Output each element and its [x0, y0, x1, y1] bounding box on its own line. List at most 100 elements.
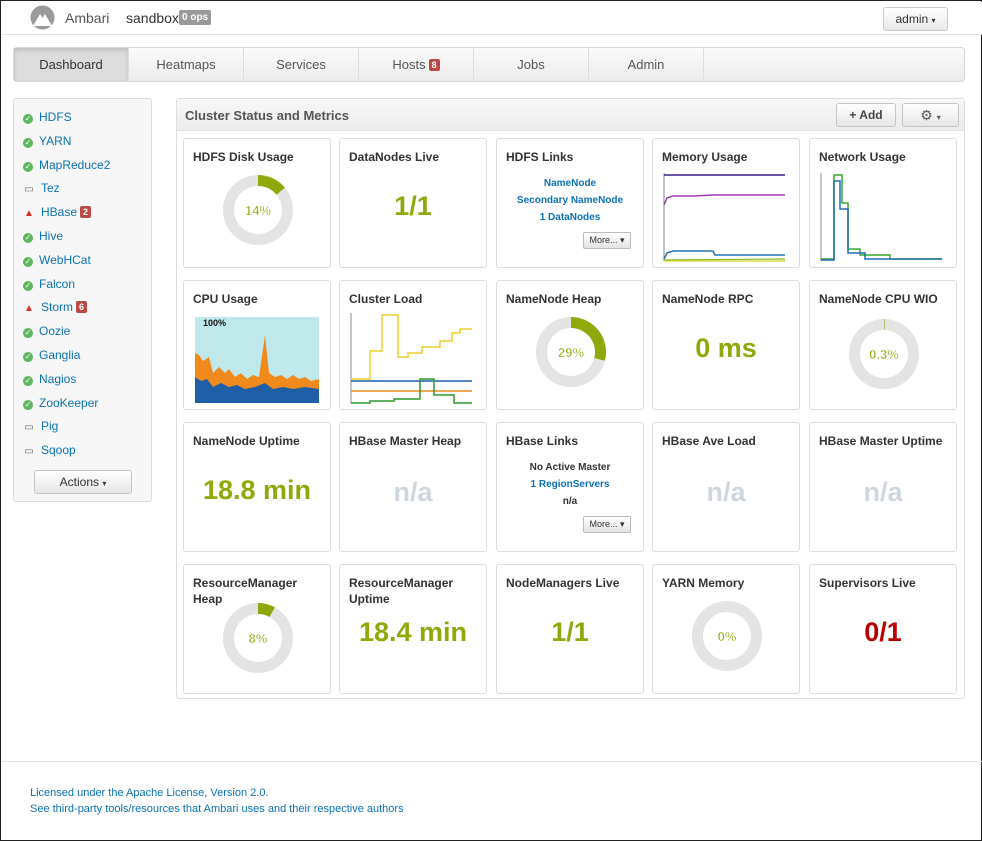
- sidebar-item-label: MapReduce2: [39, 157, 111, 172]
- tab-label: Jobs: [517, 57, 545, 72]
- widget-datanodes-live[interactable]: DataNodes Live 1/1: [339, 138, 487, 268]
- widget-hdfs-links: HDFS Links NameNode Secondary NameNode 1…: [496, 138, 644, 268]
- tab-dashboard[interactable]: Dashboard: [14, 48, 129, 81]
- widget-hbase-master-uptime[interactable]: HBase Master Uptime n/a: [809, 422, 957, 552]
- widget-title: NameNode Heap: [506, 292, 602, 306]
- tab-label: Services: [276, 57, 326, 72]
- widget-title: HBase Master Uptime: [819, 434, 943, 448]
- widget-title: HBase Master Heap: [349, 434, 462, 448]
- sidebar-item-label: Tez: [41, 181, 60, 196]
- datanodes-live-value: 1/1: [394, 191, 432, 221]
- ops-badge[interactable]: 0 ops: [179, 10, 212, 25]
- sidebar-item-mapreduce2[interactable]: ✓ MapReduce2: [23, 156, 110, 174]
- user-menu-label: admin: [895, 12, 929, 26]
- check-circle-icon: ✓: [23, 280, 33, 291]
- namenode-uptime-value: 18.8 min: [202, 475, 312, 505]
- sidebar-item-oozie[interactable]: ✓ Oozie: [23, 322, 70, 340]
- tab-label: Dashboard: [39, 57, 103, 72]
- widget-title: NameNode Uptime: [193, 434, 300, 448]
- sidebar-item-hdfs[interactable]: ✓ HDFS: [23, 108, 72, 126]
- sidebar-item-nagios[interactable]: ✓ Nagios: [23, 370, 76, 388]
- sidebar-item-storm[interactable]: ▲ Storm 6: [23, 298, 88, 316]
- hbase-na-text: n/a: [562, 496, 578, 507]
- sidebar-item-pig[interactable]: ▭ Pig: [23, 417, 58, 435]
- caret-down-icon: ▾: [620, 235, 625, 245]
- sidebar-item-label: Falcon: [39, 276, 76, 291]
- alert-count-badge: 6: [76, 301, 88, 314]
- sidebar-item-hive[interactable]: ✓ Hive: [23, 227, 63, 245]
- caret-down-icon: ▾: [931, 16, 936, 25]
- tab-jobs[interactable]: Jobs: [474, 48, 589, 81]
- hbase-master-heap-value: n/a: [393, 477, 433, 507]
- secondary-namenode-link[interactable]: Secondary NameNode: [497, 192, 643, 209]
- widget-hbase-ave-load[interactable]: HBase Ave Load n/a: [652, 422, 800, 552]
- widget-title: NodeManagers Live: [506, 576, 620, 590]
- sidebar-item-label: Ganglia: [39, 348, 81, 362]
- hbase-master-uptime-value: n/a: [863, 477, 903, 507]
- sidebar-item-webhcat[interactable]: ✓ WebHCat: [23, 251, 91, 269]
- sidebar-item-tez[interactable]: ▭ Tez: [23, 179, 60, 197]
- sidebar-item-yarn[interactable]: ✓ YARN: [23, 132, 71, 150]
- widget-namenode-uptime[interactable]: NameNode Uptime 18.8 min: [183, 422, 331, 552]
- widget-title: DataNodes Live: [349, 150, 440, 164]
- actions-label: Actions: [59, 475, 99, 489]
- widget-yarn-memory[interactable]: YARN Memory 0%: [652, 564, 800, 694]
- widget-resourcemanager-uptime[interactable]: ResourceManager Uptime 18.4 min: [339, 564, 487, 694]
- widget-cluster-load[interactable]: Cluster Load: [339, 280, 487, 410]
- widget-memory-usage[interactable]: Memory Usage: [652, 138, 800, 268]
- tab-label: Admin: [627, 57, 665, 72]
- tab-heatmaps[interactable]: Heatmaps: [129, 48, 244, 81]
- check-circle-icon: ✓: [23, 161, 33, 172]
- widget-title: YARN Memory: [662, 576, 745, 590]
- widget-namenode-rpc[interactable]: NameNode RPC 0 ms: [652, 280, 800, 410]
- widget-supervisors-live[interactable]: Supervisors Live 0/1: [809, 564, 957, 694]
- brand-name[interactable]: Ambari: [65, 10, 109, 26]
- warning-icon: ▲: [24, 208, 34, 220]
- add-widget-button[interactable]: + Add: [836, 103, 896, 127]
- cluster-load-graph: [350, 313, 472, 404]
- cluster-metrics-panel: Cluster Status and Metrics + Add ⚙ ▾ HDF…: [176, 98, 965, 699]
- datanodes-link[interactable]: 1 DataNodes: [497, 209, 643, 226]
- panel-header: Cluster Status and Metrics + Add ⚙ ▾: [177, 99, 964, 131]
- alert-count-badge: 2: [80, 206, 92, 219]
- donut-value: 29%: [558, 345, 584, 360]
- sidebar-item-ganglia[interactable]: ✓ Ganglia: [23, 346, 80, 364]
- user-menu-button[interactable]: admin ▾: [883, 7, 948, 31]
- sidebar-item-sqoop[interactable]: ▭ Sqoop: [23, 441, 75, 459]
- sidebar-item-zookeeper[interactable]: ✓ ZooKeeper: [23, 394, 98, 412]
- check-circle-icon: ✓: [23, 137, 33, 148]
- sidebar-item-hbase[interactable]: ▲ HBase 2: [23, 203, 92, 221]
- donut-value: 0%: [718, 629, 737, 644]
- widget-hbase-master-heap[interactable]: HBase Master Heap n/a: [339, 422, 487, 552]
- widget-resourcemanager-heap[interactable]: ResourceManager Heap 8%: [183, 564, 331, 694]
- no-active-master-text: No Active Master: [529, 462, 611, 473]
- panel-title: Cluster Status and Metrics: [185, 108, 349, 123]
- widget-namenode-cpu-wio[interactable]: NameNode CPU WIO 0.3%: [809, 280, 957, 410]
- laptop-icon: ▭: [24, 446, 34, 458]
- hdfs-more-button[interactable]: More... ▾: [583, 232, 631, 249]
- widget-hbase-links: HBase Links No Active Master 1 RegionSer…: [496, 422, 644, 552]
- warning-icon: ▲: [24, 303, 34, 315]
- caret-down-icon: ▾: [102, 479, 107, 488]
- namenode-link[interactable]: NameNode: [497, 175, 643, 192]
- tab-hosts[interactable]: Hosts 8: [359, 48, 474, 81]
- sidebar-item-falcon[interactable]: ✓ Falcon: [23, 275, 75, 293]
- actions-button[interactable]: Actions ▾: [34, 470, 132, 494]
- widget-title: Supervisors Live: [819, 576, 916, 590]
- tab-admin[interactable]: Admin: [589, 48, 704, 81]
- widget-namenode-heap[interactable]: NameNode Heap 29%: [496, 280, 644, 410]
- license-link[interactable]: Licensed under the Apache License, Versi…: [30, 787, 269, 799]
- hbase-more-button[interactable]: More... ▾: [583, 516, 631, 533]
- ambari-logo-icon[interactable]: [30, 5, 55, 30]
- widget-hdfs-disk-usage[interactable]: HDFS Disk Usage 14%: [183, 138, 331, 268]
- widget-network-usage[interactable]: Network Usage: [809, 138, 957, 268]
- cpu-usage-graph: [195, 317, 319, 403]
- widget-nodemanagers-live[interactable]: NodeManagers Live 1/1: [496, 564, 644, 694]
- tab-services[interactable]: Services: [244, 48, 359, 81]
- regionservers-link[interactable]: 1 RegionServers: [497, 476, 643, 493]
- widget-cpu-usage[interactable]: CPU Usage 100%: [183, 280, 331, 410]
- gear-icon: ⚙: [920, 107, 933, 123]
- third-party-link[interactable]: See third-party tools/resources that Amb…: [30, 803, 404, 815]
- settings-button[interactable]: ⚙ ▾: [902, 103, 959, 127]
- supervisors-live-value: 0/1: [864, 617, 902, 647]
